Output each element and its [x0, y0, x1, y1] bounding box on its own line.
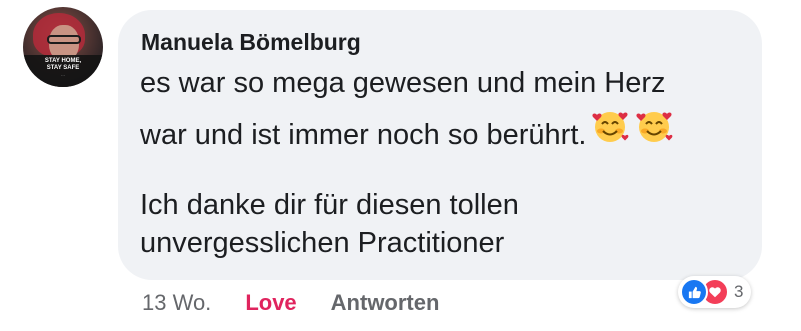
reply-button[interactable]: Antworten: [331, 290, 440, 316]
smiling-face-with-hearts-icon: [634, 106, 674, 166]
avatar-frame-banner: STAY HOME, STAY SAFE …: [23, 55, 103, 87]
comment-line-1: es war so mega gewesen und mein Herz: [140, 67, 666, 99]
reactions-summary[interactable]: 3: [678, 276, 752, 308]
comment-line-2-wrapper: war und ist immer noch so berührt.: [140, 106, 750, 158]
avatar-banner-line1: STAY HOME,: [44, 58, 82, 64]
like-icon: [680, 278, 708, 306]
reaction-count: 3: [734, 282, 744, 301]
avatar-banner-small: …: [61, 72, 65, 77]
avatar-glasses: [47, 35, 81, 44]
love-reaction-button[interactable]: Love: [245, 290, 296, 316]
smiling-face-with-hearts-icon: [590, 106, 630, 166]
avatar-banner-line2: STAY SAFE: [46, 65, 80, 71]
comment-line-4: unvergesslichen Practitioner: [140, 227, 505, 259]
comment-body: es war so mega gewesen und mein Herz war…: [140, 60, 750, 262]
comment-actions: 13 Wo. Love Antworten: [142, 288, 439, 318]
comment-line-2: war und ist immer noch so berührt.: [140, 119, 587, 151]
comment-line-3: Ich danke dir für diesen tollen: [140, 189, 519, 221]
comment-timestamp[interactable]: 13 Wo.: [142, 290, 211, 316]
avatar[interactable]: STAY HOME, STAY SAFE …: [23, 7, 103, 87]
comment-author[interactable]: Manuela Bömelburg: [141, 29, 361, 56]
